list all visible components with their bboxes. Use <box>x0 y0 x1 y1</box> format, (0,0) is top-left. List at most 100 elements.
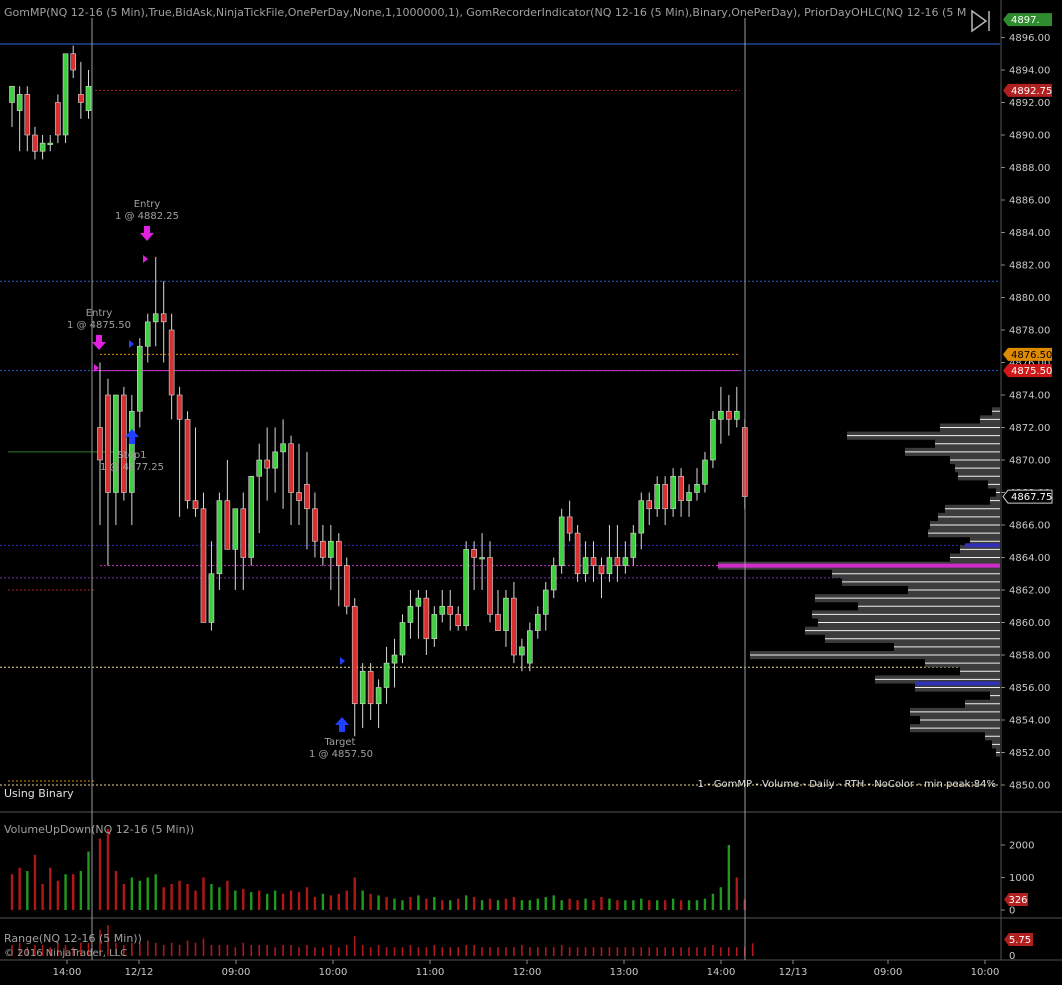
volume-bar <box>87 851 90 910</box>
price-tick-label: 4860.00 <box>1009 618 1050 629</box>
volume-bar <box>321 893 325 910</box>
volume-bar <box>202 877 205 910</box>
candle <box>399 614 406 664</box>
candle <box>423 590 430 655</box>
range-bar <box>664 947 666 956</box>
candle <box>9 85 15 127</box>
range-bar <box>552 947 555 956</box>
range-bar <box>417 947 420 956</box>
volume-bar <box>385 897 388 910</box>
candle <box>296 443 302 525</box>
volume-bar <box>273 890 277 910</box>
range-bar <box>529 947 531 956</box>
svg-text:4897.: 4897. <box>1011 15 1040 26</box>
candle <box>686 484 692 517</box>
range-bar <box>688 947 690 956</box>
price-axis[interactable]: 4896.00 4894.00 4892.00 4890.00 4888.00 4886.… <box>1001 33 1050 792</box>
time-tick-label: 11:00 <box>416 967 445 978</box>
range-bar <box>385 947 388 956</box>
price-tick-label: 4874.00 <box>1009 391 1050 402</box>
price-tick-label: 4890.00 <box>1009 131 1050 142</box>
volume-bar <box>72 874 75 910</box>
range-bar <box>369 947 372 956</box>
volume-bar <box>313 897 317 910</box>
candle <box>62 53 69 144</box>
candle <box>24 86 31 152</box>
candle <box>407 590 414 639</box>
volume-bar <box>472 897 476 910</box>
volume-bar <box>711 893 715 910</box>
range-bar <box>146 940 149 956</box>
candle <box>288 435 294 525</box>
time-tick-label: 09:00 <box>874 967 903 978</box>
candle <box>646 492 653 525</box>
candle <box>598 557 605 599</box>
candle <box>733 386 740 428</box>
range-bar <box>608 947 611 956</box>
volume-bar <box>377 895 380 910</box>
range-bar <box>242 942 245 956</box>
range-bar <box>393 947 396 956</box>
volume-bar <box>361 890 364 910</box>
candle <box>519 638 525 672</box>
volume-bar <box>687 900 691 910</box>
svg-text:4876.50: 4876.50 <box>1011 350 1052 361</box>
range-bar <box>441 947 444 956</box>
range-zero-tick: 0 <box>1009 951 1015 962</box>
range-bar <box>377 945 380 956</box>
range-bar <box>720 947 722 956</box>
candle <box>415 590 422 639</box>
range-bar <box>250 945 253 956</box>
candle <box>335 533 342 607</box>
candle <box>200 492 207 623</box>
volume-bar <box>329 895 333 910</box>
volume-bar <box>170 884 173 910</box>
candle <box>320 525 326 566</box>
range-bar <box>568 947 571 956</box>
volume-bar <box>186 884 189 910</box>
volume-bar <box>146 877 149 910</box>
volume-tick-label: 2000 <box>1009 841 1034 852</box>
candle <box>256 443 263 534</box>
candle <box>702 451 708 493</box>
time-axis[interactable]: 14:00 12/12 09:00 10:00 11:00 12:00 13:00 14:00… <box>53 960 1000 978</box>
volume-bar <box>33 854 37 910</box>
range-bar <box>728 947 730 956</box>
volume-bar <box>114 871 118 910</box>
range-bar <box>736 947 738 956</box>
range-bar <box>210 945 213 956</box>
range-bar <box>457 947 459 956</box>
volume-bar <box>512 897 516 910</box>
candle <box>32 126 38 160</box>
range-bar <box>704 947 706 956</box>
svg-text:4875.50: 4875.50 <box>1011 366 1052 377</box>
chart-canvas[interactable]: GomMP(NQ 12-16 (5 Min),True,BidAsk,Ninja… <box>0 0 1062 985</box>
candle <box>152 256 159 347</box>
range-bar <box>616 947 619 956</box>
volume-bar <box>449 900 452 910</box>
skip-end-icon[interactable] <box>967 8 993 33</box>
candle <box>439 590 446 623</box>
time-tick-label: 12:00 <box>513 967 542 978</box>
volume-bar <box>218 887 221 910</box>
range-panel-title: Range(NQ 12-16 (5 Min)) <box>4 932 142 945</box>
range-bar <box>712 945 714 956</box>
range-bar <box>449 947 452 956</box>
volume-bar <box>679 900 683 910</box>
range-bar <box>282 945 284 956</box>
candle <box>367 663 374 720</box>
time-tick-label: 13:00 <box>610 967 639 978</box>
volume-bar <box>592 900 595 910</box>
candle <box>137 338 143 428</box>
price-tick-label: 4886.00 <box>1009 196 1050 207</box>
range-bar <box>537 947 539 956</box>
range-bar <box>162 945 165 956</box>
volume-bar <box>552 895 555 910</box>
candle <box>479 533 485 590</box>
candle <box>359 663 366 729</box>
price-tick-label: 4884.00 <box>1009 228 1050 239</box>
price-tick-label: 4862.00 <box>1009 586 1050 597</box>
volume-bar <box>162 887 165 910</box>
target-title: Target <box>324 737 356 748</box>
target-detail: 1 @ 4857.50 <box>309 749 373 760</box>
